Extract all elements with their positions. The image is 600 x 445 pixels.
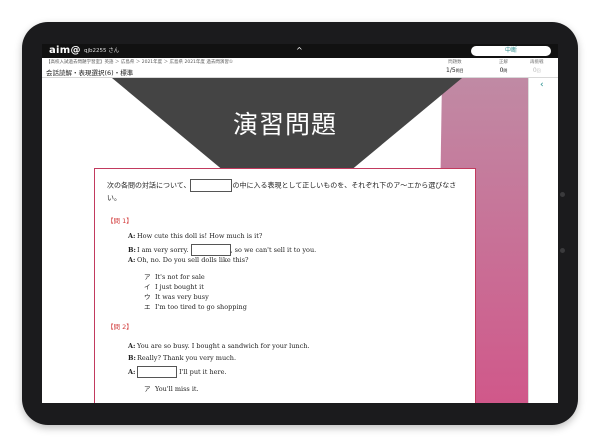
stat-value: 0問	[499, 67, 508, 74]
dialogue-line: A: You are so busy. I bought a sandwich f…	[128, 342, 310, 350]
stat-label: 問題数	[448, 60, 462, 65]
answer-blank	[190, 244, 231, 256]
question-1-label: 【問 1】	[107, 217, 133, 225]
dialogue-line: A: Oh, no. Do you sell dolls like this?	[128, 256, 249, 264]
pause-button[interactable]: 中断	[471, 46, 551, 56]
option-item[interactable]: ア It's not for sale	[144, 271, 205, 281]
stat-retry: 再挑戦 0回	[530, 59, 544, 74]
user-name: qjb2255 さん	[84, 48, 120, 54]
tablet-frame: aim@ qjb2255 さん ^ 中断 【高校入試過去問題学習室】英語 ＞ 広…	[22, 22, 578, 425]
dialogue-line: B:I am very sorry. , so we can't sell it…	[128, 244, 317, 256]
app-header: aim@ qjb2255 さん ^ 中断	[42, 44, 558, 58]
question-2-label: 【問 2】	[107, 323, 133, 331]
option-item[interactable]: ア You'll miss it.	[144, 383, 199, 393]
collapse-caret-icon[interactable]: ^	[296, 44, 303, 58]
stat-label: 再挑戦	[530, 60, 544, 65]
option-item[interactable]: ウ It was very busy	[144, 291, 209, 301]
instruction-text: 次の各問の対話について、 の中に入る表現として正しいものを、それぞれ下のア～エから…	[107, 179, 463, 204]
blank-box	[190, 179, 233, 192]
screen: aim@ qjb2255 さん ^ 中断 【高校入試過去問題学習室】英語 ＞ 広…	[42, 44, 558, 403]
stat-label: 正解	[499, 60, 508, 65]
question-area[interactable]: 演習問題 次の各問の対話について、 の中に入る表現として正しいものを、それぞれ下の…	[42, 78, 528, 403]
dialogue-line: A: I'll put it here.	[128, 366, 227, 378]
stat-value: 0回	[532, 67, 541, 74]
side-panel: ‹	[528, 78, 558, 403]
breadcrumb: 【高校入試過去問題学習室】英語 ＞ 広島県 ＞ 2021年度 ＞ 広島県 202…	[46, 60, 233, 65]
front-camera	[560, 192, 565, 197]
dialogue-line: B:Really? Thank you very much.	[128, 354, 237, 362]
lesson-title: 会話読解・表現選択(6)・標準	[46, 69, 134, 77]
question-card: 次の各問の対話について、 の中に入る表現として正しいものを、それぞれ下のア～エから…	[94, 168, 476, 403]
dialogue-line: A: How cute this doll is! How much is it?	[128, 232, 263, 240]
chevron-left-icon[interactable]: ‹	[540, 80, 544, 90]
stat-question-count: 問題数 1/5問目	[446, 59, 464, 74]
stat-value: 1/5問目	[446, 67, 464, 74]
app-logo: aim@	[49, 45, 81, 56]
sensor-dot	[560, 248, 565, 253]
banner-title: 演習問題	[232, 110, 337, 139]
answer-blank	[137, 366, 177, 378]
stat-correct: 正解 0問	[499, 59, 508, 74]
option-item[interactable]: エ I'm too tired to go shopping	[144, 301, 247, 311]
lesson-info-bar: 【高校入試過去問題学習室】英語 ＞ 広島県 ＞ 2021年度 ＞ 広島県 202…	[42, 58, 558, 78]
option-item[interactable]: イI just bought it	[144, 281, 204, 291]
